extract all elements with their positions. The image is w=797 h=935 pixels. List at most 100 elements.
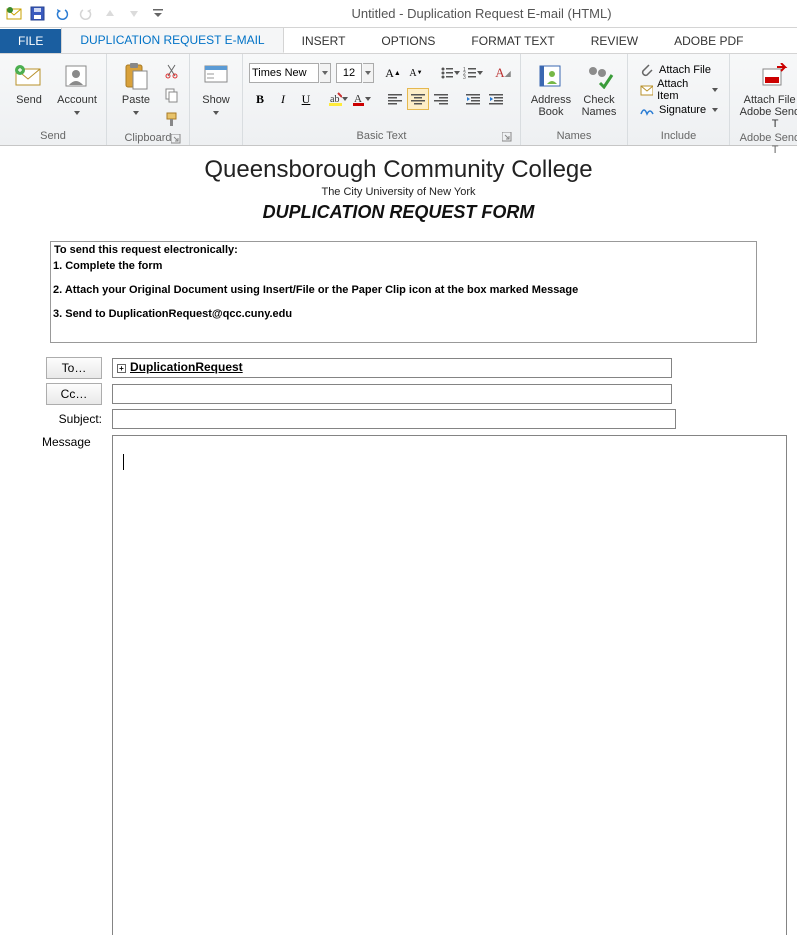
paste-icon: [120, 60, 152, 92]
tab-insert[interactable]: INSERT: [284, 29, 364, 53]
svg-text:3: 3: [463, 75, 466, 80]
group-label-include: Include: [634, 128, 723, 145]
italic-button[interactable]: I: [272, 88, 294, 110]
ribbon-group-include: Attach File Attach Item Signature Includ…: [628, 54, 730, 145]
title-bar: Untitled - Duplication Request E-mail (H…: [0, 0, 797, 28]
show-label: Show: [202, 94, 230, 118]
ribbon-group-adobe: Attach File viAdobe Send & T Adobe Send …: [730, 54, 797, 145]
format-painter-button[interactable]: [161, 108, 183, 130]
attach-via-adobe-button[interactable]: Attach File viAdobe Send & T: [736, 56, 797, 130]
to-button[interactable]: To…: [46, 357, 102, 379]
address-book-label: Address Book: [527, 94, 575, 118]
message-label: Message: [42, 435, 112, 935]
send-button[interactable]: Send: [6, 56, 52, 106]
tab-options[interactable]: OPTIONS: [363, 29, 453, 53]
instructions-header: To send this request electronically:: [51, 244, 238, 256]
ribbon: Send Account Send Paste Clipboard: [0, 54, 797, 146]
ribbon-group-basic-text: A▲ A▼ 123 A◢ B I U ab A: [243, 54, 521, 145]
decrease-indent-button[interactable]: [462, 88, 484, 110]
email-fields: To… +DuplicationRequest Cc… Subject:: [42, 357, 757, 429]
expand-icon[interactable]: +: [117, 364, 126, 373]
quick-access-toolbar: [0, 6, 166, 22]
grow-font-button[interactable]: A▲: [382, 62, 404, 84]
font-dropdown-icon[interactable]: [320, 63, 331, 83]
form-title: DUPLICATION REQUEST FORM: [0, 202, 797, 223]
address-book-button[interactable]: Address Book: [527, 56, 575, 118]
ribbon-group-send: Send Account Send: [0, 54, 107, 145]
window-title: Untitled - Duplication Request E-mail (H…: [166, 6, 797, 21]
group-label-adobe: Adobe Send & T: [736, 130, 797, 159]
clear-formatting-button[interactable]: A◢: [492, 62, 514, 84]
increase-indent-button[interactable]: [485, 88, 507, 110]
cc-field[interactable]: [112, 384, 672, 404]
copy-button[interactable]: [161, 84, 183, 106]
tab-adobe-pdf[interactable]: ADOBE PDF: [656, 29, 761, 53]
next-icon: [126, 6, 142, 22]
align-center-button[interactable]: [407, 88, 429, 110]
adobe-attach-icon: [759, 60, 791, 92]
instruction-step: 3. Send to DuplicationRequest@qcc.cuny.e…: [53, 308, 578, 320]
signature-button[interactable]: Signature: [634, 100, 723, 120]
paste-button[interactable]: Paste: [113, 56, 159, 118]
cut-button[interactable]: [161, 60, 183, 82]
to-field[interactable]: +DuplicationRequest: [112, 358, 672, 378]
align-left-button[interactable]: [384, 88, 406, 110]
font-color-button[interactable]: A: [350, 88, 372, 110]
university-name: The City University of New York: [0, 186, 797, 198]
bullets-button[interactable]: [439, 62, 461, 84]
ribbon-group-clipboard: Paste Clipboard: [107, 54, 190, 145]
account-icon: [61, 60, 93, 92]
instruction-step: 2. Attach your Original Document using I…: [53, 284, 578, 296]
cc-button[interactable]: Cc…: [46, 383, 102, 405]
size-dropdown-icon[interactable]: [363, 63, 374, 83]
show-button[interactable]: Show: [196, 56, 236, 118]
check-names-icon: [583, 60, 615, 92]
ribbon-group-show: Show: [190, 54, 243, 145]
attach-item-button[interactable]: Attach Item: [634, 80, 723, 100]
dialog-launcher-icon[interactable]: [502, 132, 512, 142]
redo-icon: [78, 6, 94, 22]
highlight-button[interactable]: ab: [327, 88, 349, 110]
bold-button[interactable]: B: [249, 88, 271, 110]
undo-icon[interactable]: [54, 6, 70, 22]
tab-format-text[interactable]: FORMAT TEXT: [453, 29, 572, 53]
group-label-basic-text: Basic Text: [249, 128, 514, 145]
check-names-label: Check Names: [577, 94, 621, 118]
ribbon-group-names: Address Book Check Names Names: [521, 54, 628, 145]
account-button[interactable]: Account: [54, 56, 100, 118]
font-family-input[interactable]: [249, 63, 319, 83]
tab-duplication-request[interactable]: DUPLICATION REQUEST E-MAIL: [61, 27, 283, 53]
font-size-input[interactable]: [336, 63, 362, 83]
numbering-button[interactable]: 123: [462, 62, 484, 84]
group-label-names: Names: [527, 128, 621, 145]
paste-label: Paste: [122, 94, 150, 118]
group-label-show: [196, 128, 236, 145]
align-right-button[interactable]: [430, 88, 452, 110]
college-name: Queensborough Community College: [0, 156, 797, 184]
instruction-step: 1. Complete the form: [53, 260, 578, 272]
address-book-icon: [535, 60, 567, 92]
tab-review[interactable]: REVIEW: [573, 29, 656, 53]
ribbon-tabs: FILE DUPLICATION REQUEST E-MAIL INSERT O…: [0, 28, 797, 54]
send-label: Send: [16, 94, 42, 106]
check-names-button[interactable]: Check Names: [577, 56, 621, 118]
instructions-list: 1. Complete the form 2. Attach your Orig…: [53, 256, 578, 332]
group-label-send: Send: [6, 128, 100, 145]
save-icon[interactable]: [30, 6, 46, 22]
prev-icon: [102, 6, 118, 22]
subject-label: Subject:: [42, 412, 102, 426]
document-header: Queensborough Community College The City…: [0, 156, 797, 223]
message-body-input[interactable]: [112, 435, 787, 935]
qat-customize-icon[interactable]: [150, 6, 166, 22]
adobe-attach-label: Attach File viAdobe Send & T: [736, 94, 797, 130]
subject-field[interactable]: [112, 409, 676, 429]
dialog-launcher-icon[interactable]: [171, 134, 181, 144]
shrink-font-button[interactable]: A▼: [405, 62, 427, 84]
underline-button[interactable]: U: [295, 88, 317, 110]
message-body-area: Queensborough Community College The City…: [0, 146, 797, 935]
group-label-clipboard: Clipboard: [113, 130, 183, 147]
instructions-box: To send this request electronically: 1. …: [50, 241, 757, 343]
tab-file[interactable]: FILE: [0, 29, 61, 53]
attach-file-button[interactable]: Attach File: [634, 60, 723, 80]
text-cursor: [123, 454, 124, 470]
